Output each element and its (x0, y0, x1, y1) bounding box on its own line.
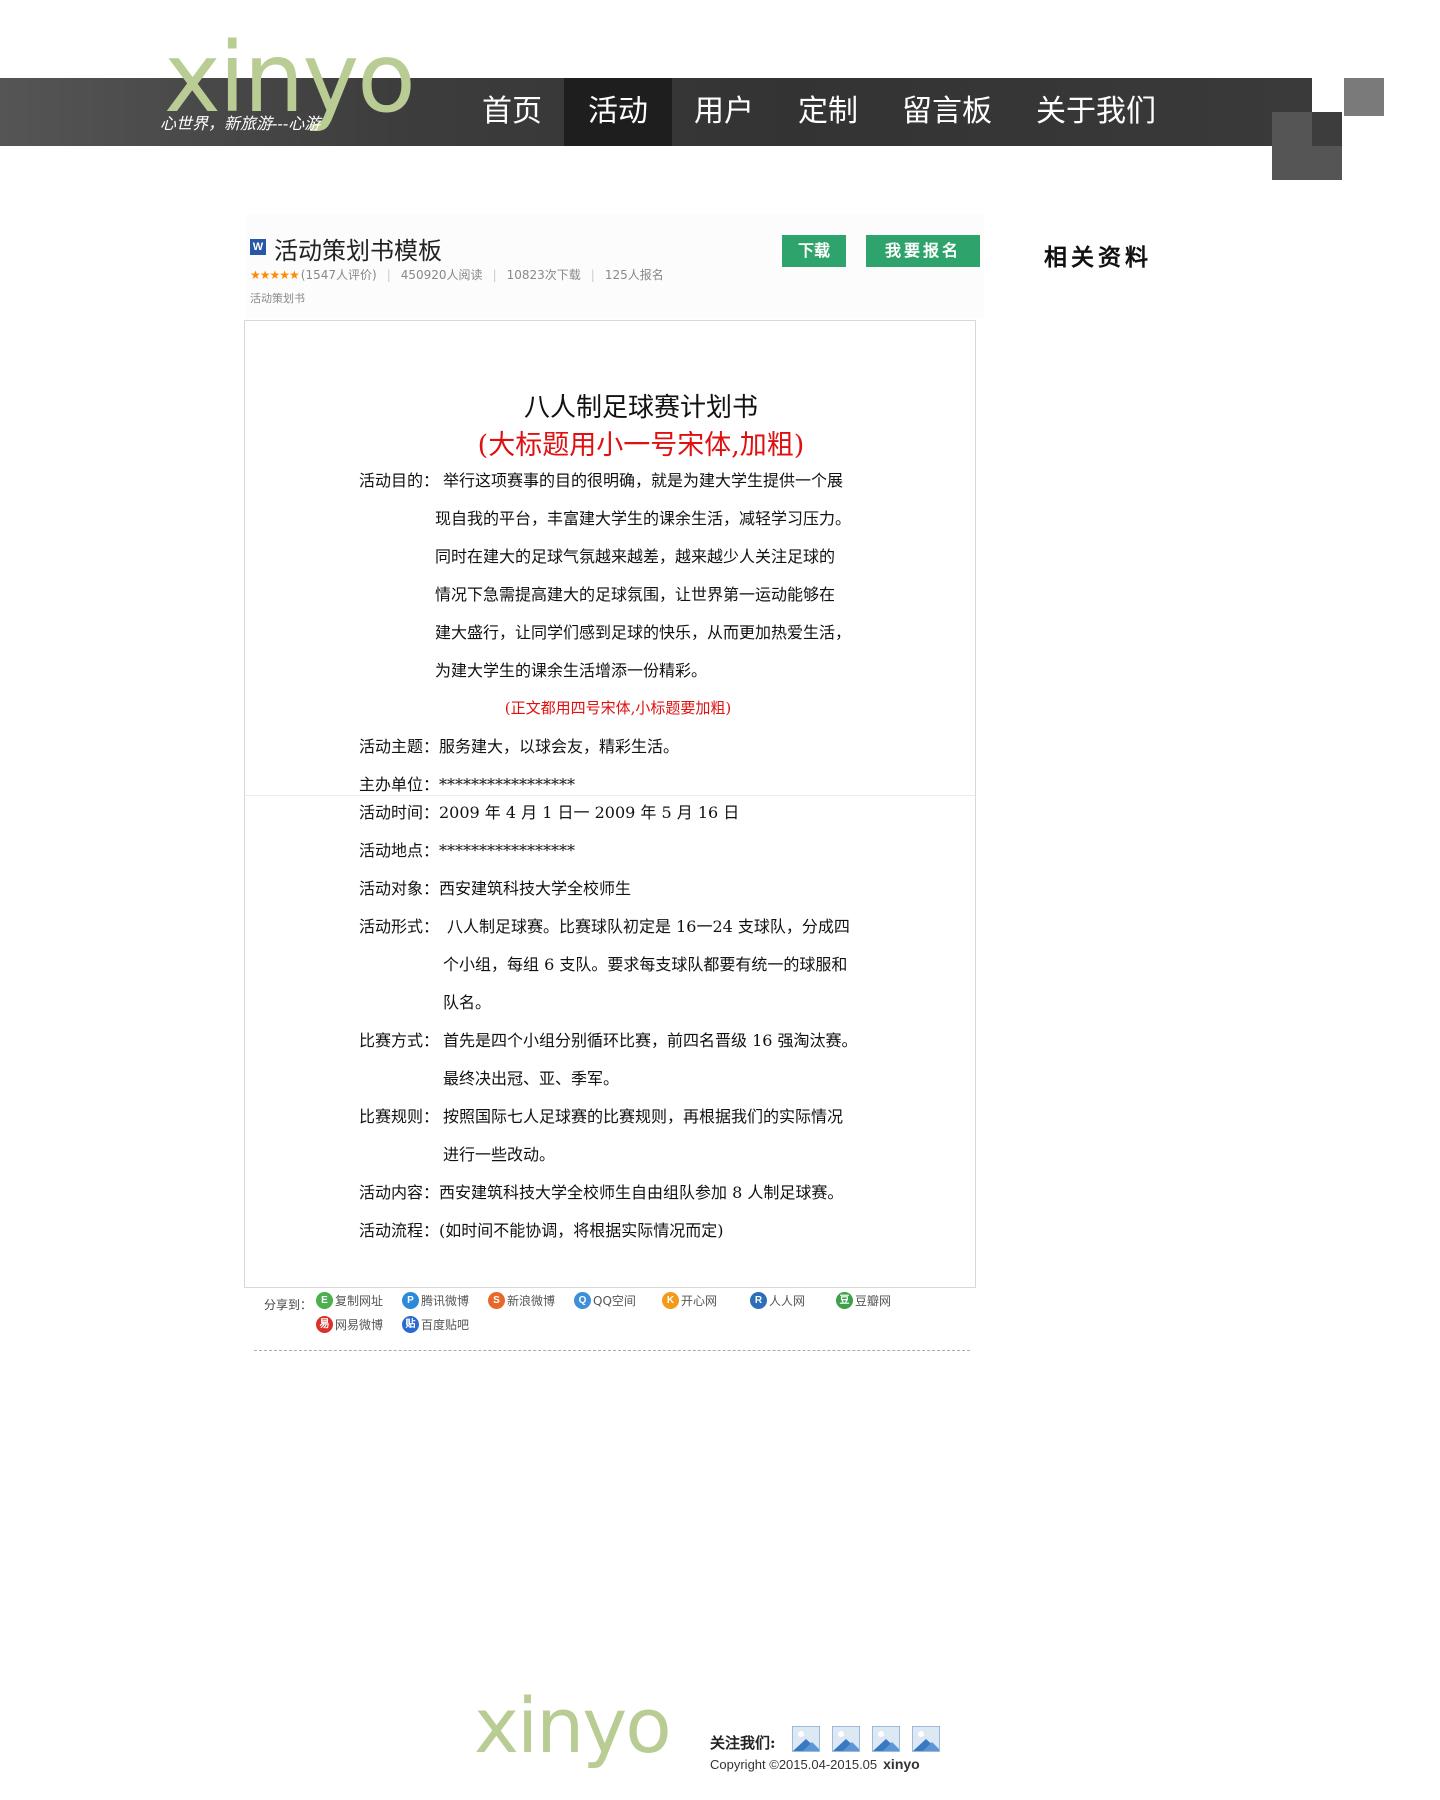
page-title: 八人制足球赛计划书 (523, 393, 758, 423)
rules-line: 进行一些改动。 (443, 1145, 556, 1164)
nav-about-us[interactable]: 关于我们 (1014, 78, 1178, 146)
social-image-icon[interactable] (792, 1726, 820, 1752)
netease-weibo-icon: 易 (316, 1316, 333, 1333)
copyright-text: Copyright ©2015.04-2015.05 xinyo (710, 1756, 920, 1772)
purpose-line: 为建大学生的课余生活增添一份精彩。 (435, 661, 708, 680)
header-decoration-square (1344, 78, 1384, 116)
audience-line: 活动对象：西安建筑科技大学全校师生 (359, 879, 632, 898)
share-item-label: 百度贴吧 (421, 1318, 470, 1332)
share-item-label: 腾讯微博 (421, 1294, 470, 1308)
copy-link-icon: E (316, 1292, 333, 1309)
share-label: 分享到： (264, 1298, 313, 1312)
rules-label: 比赛规则： (359, 1107, 440, 1126)
share-sina-weibo[interactable]: S 新浪微博 (488, 1292, 555, 1309)
method-line: 首先是四个小组分别循环比赛，前四名晋级 16 强淘汰赛。 (443, 1031, 858, 1050)
share-douban[interactable]: 豆 豆瓣网 (836, 1292, 891, 1309)
share-copy-link[interactable]: E 复制网址 (316, 1292, 383, 1309)
download-button[interactable]: 下载 (782, 235, 846, 267)
signup-count: 125人报名 (604, 268, 664, 282)
purpose-line: 情况下急需提高建大的足球氛围，让世界第一运动能够在 (435, 585, 836, 604)
share-tencent-weibo[interactable]: P 腾讯微博 (402, 1292, 469, 1309)
share-qzone[interactable]: Q QQ空间 (574, 1292, 636, 1309)
qzone-icon: Q (574, 1292, 591, 1309)
word-file-icon: W (250, 239, 266, 255)
purpose-label: 活动目的： (359, 471, 440, 490)
share-renren[interactable]: R 人人网 (750, 1292, 805, 1309)
form-label: 活动形式： (359, 917, 440, 936)
share-item-label: 开心网 (681, 1294, 718, 1308)
nav-message-board[interactable]: 留言板 (880, 78, 1014, 146)
copyright-line: Copyright ©2015.04-2015.05 (710, 1757, 878, 1772)
sina-weibo-icon: S (488, 1292, 505, 1309)
place-line: 活动地点：***************** (359, 841, 576, 860)
read-count: 450920人阅读 (400, 268, 483, 282)
document-title: 活动策划书模板 (274, 237, 442, 265)
purpose-line: 同时在建大的足球气氛越来越差，越来越少人关注足球的 (435, 547, 836, 566)
follow-us-label: 关注我们: (710, 1734, 776, 1752)
method-line: 最终决出冠、亚、季军。 (443, 1069, 620, 1088)
content-line: 活动内容：西安建筑科技大学全校师生自由组队参加 8 人制足球赛。 (359, 1183, 844, 1202)
logo-tagline: 心世界，新旅游---心游 (160, 114, 321, 133)
share-item-label: 豆瓣网 (855, 1294, 892, 1308)
rules-line: 按照国际七人足球赛的比赛规则，再根据我们的实际情况 (443, 1107, 844, 1126)
share-baidu-tieba[interactable]: 贴 百度贴吧 (402, 1316, 469, 1333)
share-item-label: QQ空间 (593, 1294, 636, 1308)
time-line: 活动时间：2009 年 4 月 1 日一 2009 年 5 月 16 日 (359, 803, 740, 822)
related-materials-title: 相关资料 (1044, 244, 1152, 271)
meta-separator: | (590, 267, 595, 282)
share-bar: 分享到： E 复制网址 P 腾讯微博 S 新浪微博 Q QQ空间 K 开心网 R… (262, 1292, 972, 1352)
download-count: 10823次下载 (506, 268, 581, 282)
social-image-icon[interactable] (872, 1726, 900, 1752)
tencent-weibo-icon: P (402, 1292, 419, 1309)
site-logo[interactable]: xinyo 心世界，新旅游---心游 (160, 30, 464, 140)
nav-custom[interactable]: 定制 (776, 78, 880, 146)
form-line: 个小组，每组 6 支队。要求每支球队都要有统一的球服和 (443, 955, 848, 974)
theme-line: 活动主题：服务建大，以球会友，精彩生活。 (359, 737, 680, 756)
social-image-icon[interactable] (832, 1726, 860, 1752)
purpose-line: 建大盛行，让同学们感到足球的快乐，从而更加热爱生活， (435, 623, 852, 642)
copyright-brand: xinyo (883, 1756, 920, 1772)
format-note: (正文都用四号宋体,小标题要加粗) (504, 699, 732, 717)
share-item-label: 新浪微博 (507, 1294, 556, 1308)
douban-icon: 豆 (836, 1292, 853, 1309)
document-tag[interactable]: 活动策划书 (250, 290, 305, 306)
main-nav: 首页 活动 用户 定制 留言板 关于我们 (460, 78, 1178, 146)
nav-activities[interactable]: 活动 (564, 78, 672, 146)
meta-separator: | (492, 267, 497, 282)
document-header: W 活动策划书模板 ★★★★★ (1547人评价) | 450920人阅读 | … (246, 214, 984, 318)
organizer-line: 主办单位：***************** (359, 775, 576, 794)
footer-logo[interactable]: xinyo (474, 1688, 672, 1764)
method-label: 比赛方式： (359, 1031, 440, 1050)
rating-stars-icon: ★★★★★ (250, 267, 300, 282)
form-line: 队名。 (443, 993, 492, 1012)
signup-button[interactable]: 我要报名 (866, 235, 980, 267)
flow-line: 活动流程：(如时间不能协调，将根据实际情况而定) (359, 1221, 724, 1240)
rating-count[interactable]: (1547人评价) (301, 266, 377, 283)
share-item-label: 网易微博 (335, 1318, 384, 1332)
document-meta: ★★★★★ (1547人评价) | 450920人阅读 | 10823次下载 |… (250, 266, 664, 283)
nav-home[interactable]: 首页 (460, 78, 564, 146)
share-divider (254, 1350, 970, 1351)
purpose-line: 举行这项赛事的目的很明确，就是为建大学生提供一个展 (443, 471, 844, 490)
share-netease-weibo[interactable]: 易 网易微博 (316, 1316, 383, 1333)
page-divider (245, 795, 975, 796)
share-item-label: 复制网址 (335, 1294, 384, 1308)
share-item-label: 人人网 (769, 1294, 806, 1308)
meta-separator: | (386, 267, 391, 282)
baidu-tieba-icon: 贴 (402, 1316, 419, 1333)
page-subtitle-note: (大标题用小一号宋体,加粗) (477, 430, 805, 461)
purpose-line: 现自我的平台，丰富建大学生的课余生活，减轻学习压力。 (435, 509, 852, 528)
share-kaixin[interactable]: K 开心网 (662, 1292, 717, 1309)
kaixin-icon: K (662, 1292, 679, 1309)
header-decoration-square (1312, 112, 1342, 146)
nav-users[interactable]: 用户 (672, 78, 776, 146)
social-image-icon[interactable] (912, 1726, 940, 1752)
form-line: 八人制足球赛。比赛球队初定是 16一24 支球队，分成四 (447, 917, 850, 936)
renren-icon: R (750, 1292, 767, 1309)
document-preview: 八人制足球赛计划书 (大标题用小一号宋体,加粗) 活动目的： 举行这项赛事的目的… (244, 320, 976, 1288)
